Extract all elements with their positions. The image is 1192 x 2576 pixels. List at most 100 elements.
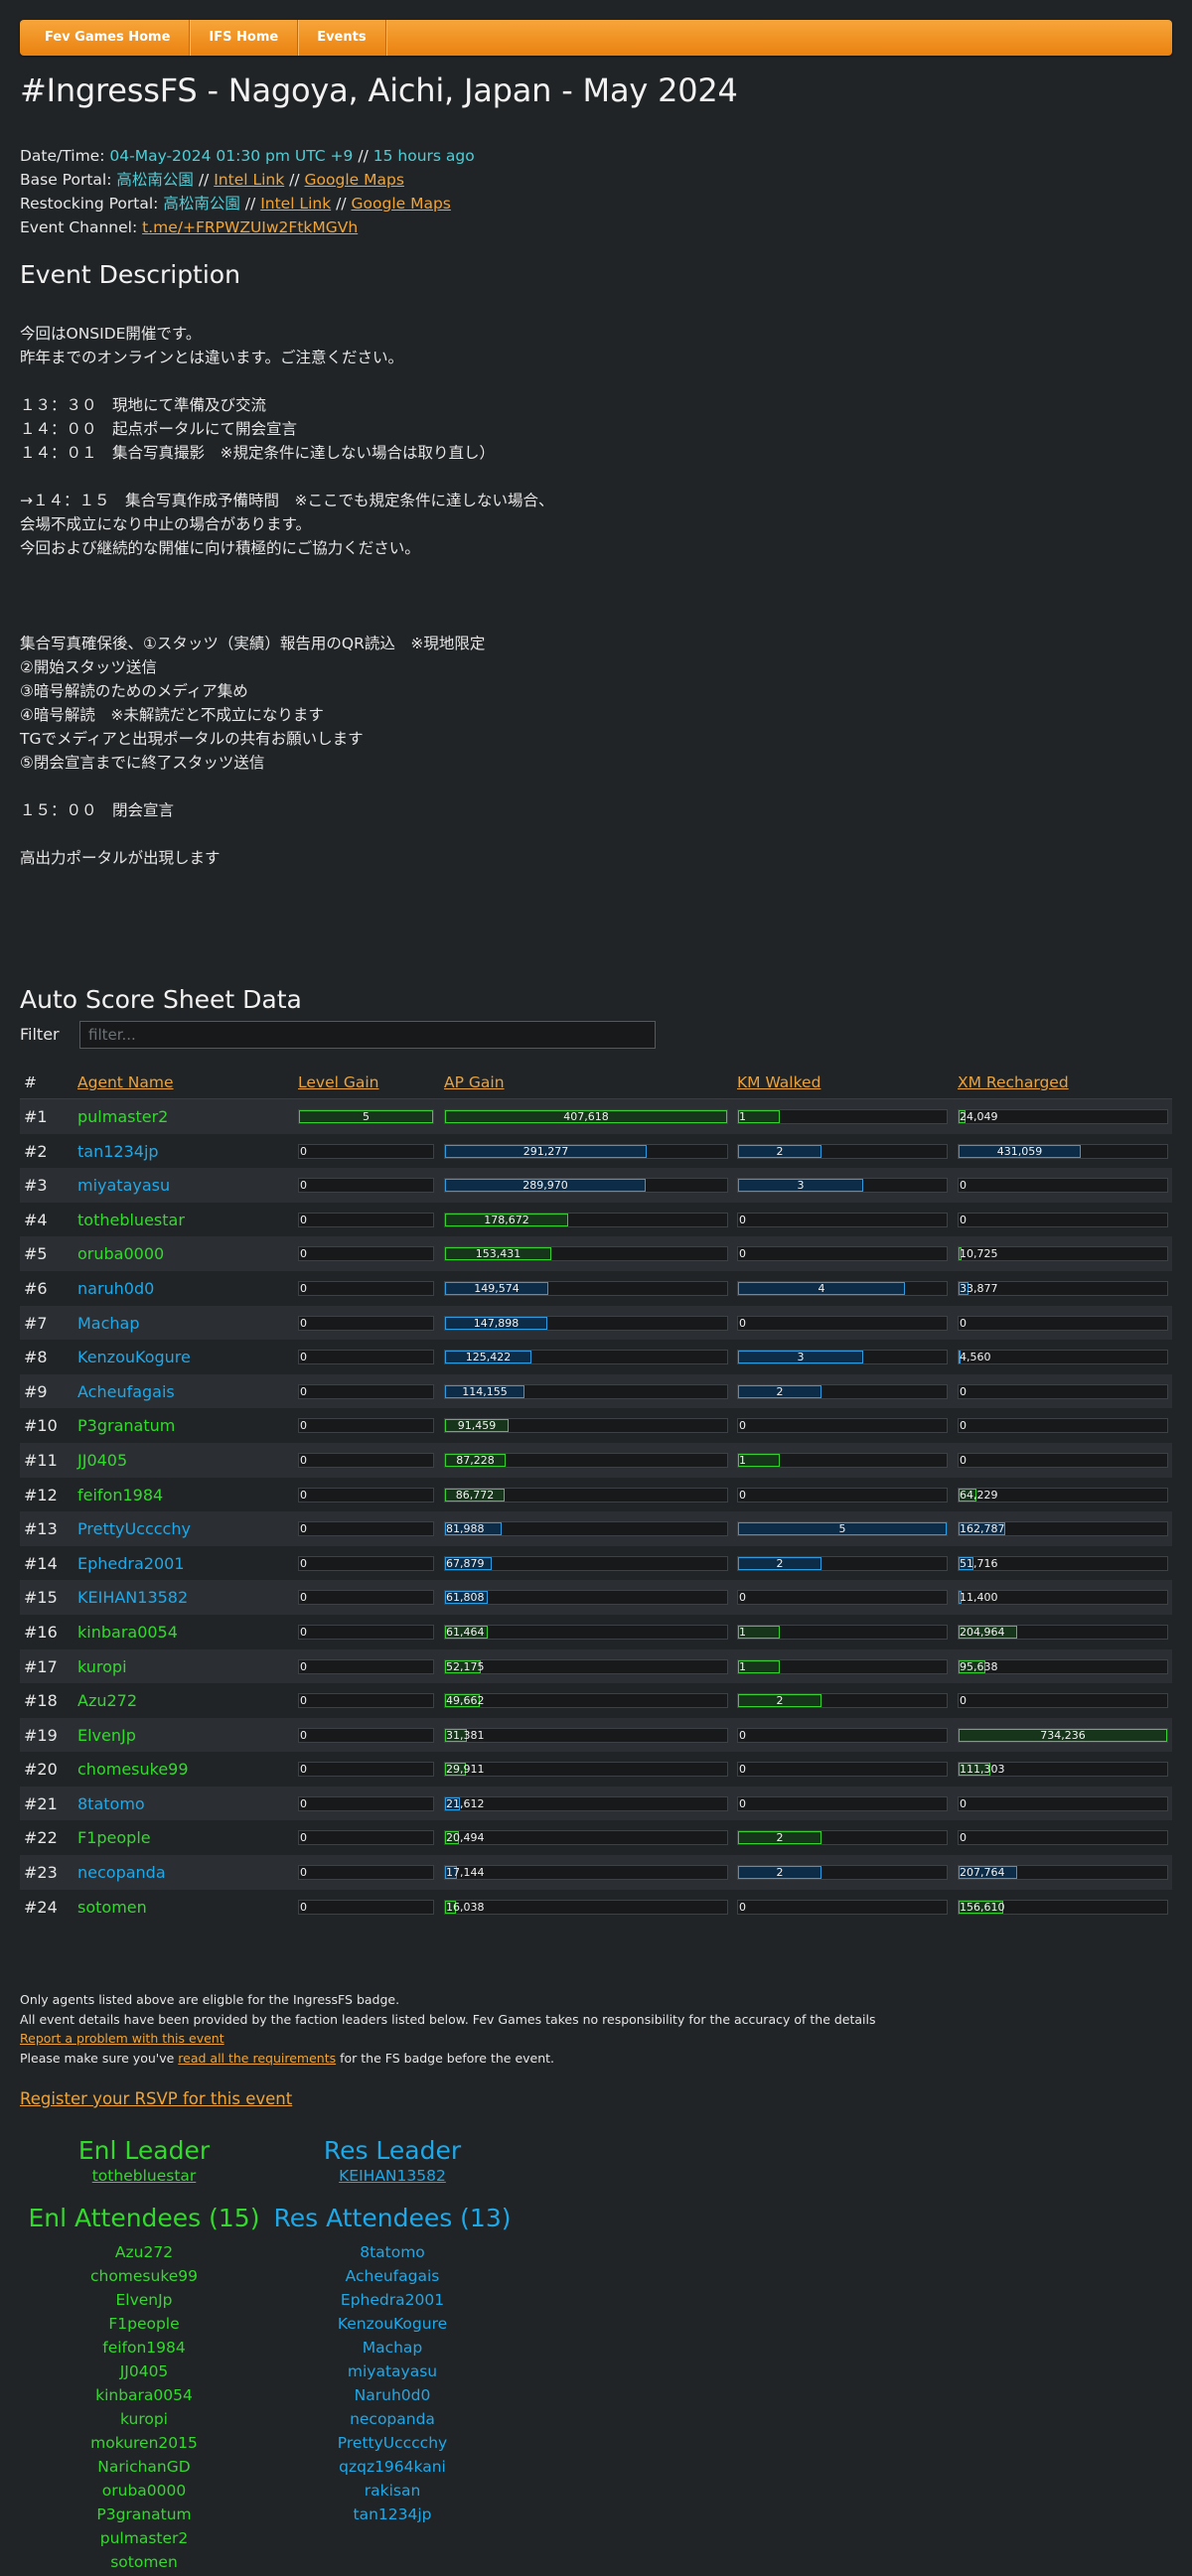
- base-google-maps-link[interactable]: Google Maps: [305, 171, 404, 189]
- table-row: #15 KEIHAN13582 0 61,808 0 11,400: [20, 1580, 1172, 1615]
- nav-fev-games-home[interactable]: Fev Games Home: [26, 20, 191, 56]
- restock-portal-label: Restocking Portal:: [20, 195, 159, 213]
- level-bar-track: 0: [298, 1315, 434, 1331]
- col-ap-gain[interactable]: AP Gain: [444, 1073, 505, 1091]
- row-rank: #9: [24, 1381, 48, 1401]
- agent-name[interactable]: tothebluestar: [77, 1211, 185, 1229]
- ap-value: 20,494: [446, 1831, 485, 1845]
- restock-intel-link[interactable]: Intel Link: [260, 195, 331, 213]
- table-row: #6 naruh0d0 0 149,574 4 33,877: [20, 1271, 1172, 1306]
- requirements-link[interactable]: read all the requirements: [178, 2051, 336, 2066]
- restock-google-maps-link[interactable]: Google Maps: [352, 195, 451, 213]
- nav-ifs-home[interactable]: IFS Home: [190, 20, 299, 56]
- enl-column: Enl Leader tothebluestar Enl Attendees (…: [20, 2135, 268, 2574]
- rsvp-link[interactable]: Register your RSVP for this event: [20, 2089, 292, 2108]
- agent-name[interactable]: PrettyUcccchy: [77, 1519, 191, 1538]
- report-problem-link[interactable]: Report a problem with this event: [20, 2029, 876, 2049]
- res-column: Res Leader KEIHAN13582 Res Attendees (13…: [268, 2135, 517, 2526]
- ap-bar-track: 125,422: [444, 1350, 728, 1365]
- col-agent-name[interactable]: Agent Name: [77, 1073, 174, 1091]
- ap-value: 114,155: [462, 1384, 508, 1398]
- enl-attendee: kuropi: [120, 2410, 168, 2428]
- base-intel-link[interactable]: Intel Link: [214, 171, 284, 189]
- table-header: # Agent Name Level Gain AP Gain KM Walke…: [20, 1069, 1172, 1099]
- xm-bar-track: 11,400: [958, 1590, 1168, 1606]
- agent-name[interactable]: miyatayasu: [77, 1176, 170, 1195]
- agent-name[interactable]: KEIHAN13582: [77, 1588, 188, 1607]
- agent-name[interactable]: JJ0405: [77, 1451, 127, 1470]
- agent-name[interactable]: necopanda: [77, 1863, 166, 1882]
- note-requirements-pre: Please make sure you've: [20, 2050, 175, 2066]
- km-value: 2: [776, 1556, 784, 1570]
- level-bar-track: 0: [298, 1899, 434, 1915]
- row-rank: #13: [24, 1519, 58, 1539]
- description-line: 高出力ポータルが出現します: [20, 849, 221, 867]
- row-rank: #21: [24, 1793, 58, 1813]
- xm-bar-track: 0: [958, 1212, 1168, 1227]
- res-attendee: KenzouKogure: [337, 2315, 448, 2333]
- col-km-walked[interactable]: KM Walked: [737, 1073, 820, 1091]
- res-leader-link[interactable]: KEIHAN13582: [268, 2167, 517, 2185]
- res-attendee: tan1234jp: [353, 2505, 432, 2523]
- km-value: 0: [739, 1213, 746, 1226]
- agent-name[interactable]: kinbara0054: [77, 1623, 178, 1642]
- level-bar-track: 0: [298, 1246, 434, 1262]
- ap-value: 153,431: [475, 1247, 522, 1261]
- row-rank: #10: [24, 1416, 58, 1436]
- xm-value: 111,303: [960, 1763, 1005, 1777]
- enl-attendee: JJ0405: [119, 2362, 169, 2380]
- ap-value: 289,970: [522, 1179, 568, 1193]
- agent-name[interactable]: ElvenJp: [77, 1726, 136, 1745]
- agent-name[interactable]: oruba0000: [77, 1244, 164, 1263]
- res-attendee: Acheufagais: [345, 2267, 440, 2285]
- km-value: 1: [739, 1625, 746, 1639]
- level-value: 0: [300, 1488, 307, 1502]
- level-value: 0: [300, 1694, 307, 1708]
- enl-leader-link[interactable]: tothebluestar: [20, 2167, 268, 2185]
- res-attendee: Naruh0d0: [354, 2386, 431, 2404]
- km-bar-track: 1: [737, 1624, 948, 1640]
- res-attendee: PrettyUcccchy: [337, 2434, 448, 2452]
- agent-name[interactable]: Acheufagais: [77, 1382, 175, 1401]
- nav-events[interactable]: Events: [298, 20, 386, 56]
- note-requirements: Please make sure you've read all the req…: [20, 2049, 876, 2069]
- xm-value: 0: [960, 1419, 967, 1433]
- channel-label: Event Channel:: [20, 218, 138, 236]
- table-row: #11 JJ0405 0 87,228 1 0: [20, 1442, 1172, 1478]
- description-heading: Event Description: [20, 260, 240, 289]
- ap-bar-track: 86,772: [444, 1487, 728, 1503]
- km-bar-track: 0: [737, 1899, 948, 1915]
- event-info: Date/Time: 04-May-2024 01:30 pm UTC +9 /…: [20, 144, 475, 239]
- agent-name[interactable]: F1people: [77, 1828, 151, 1847]
- description-line: １３：３０ 現地にて準備及び交流: [20, 396, 267, 414]
- agent-name[interactable]: Ephedra2001: [77, 1554, 185, 1573]
- agent-name[interactable]: feifon1984: [77, 1486, 163, 1504]
- res-leader-heading: Res Leader: [323, 2136, 462, 2165]
- col-level-gain[interactable]: Level Gain: [298, 1073, 378, 1091]
- agent-name[interactable]: 8tatomo: [77, 1794, 145, 1813]
- description-line: ④暗号解読 ※未解読だと不成立になります: [20, 706, 324, 724]
- agent-name[interactable]: sotomen: [77, 1898, 147, 1917]
- km-bar-track: 0: [737, 1246, 948, 1262]
- agent-name[interactable]: pulmaster2: [77, 1107, 168, 1126]
- col-xm-recharged[interactable]: XM Recharged: [958, 1073, 1069, 1091]
- agent-name[interactable]: Machap: [77, 1314, 140, 1333]
- agent-name[interactable]: KenzouKogure: [77, 1348, 191, 1366]
- row-rank: #12: [24, 1485, 58, 1504]
- event-channel-link[interactable]: t.me/+FRPWZUIw2FtkMGVh: [142, 218, 358, 236]
- agent-name[interactable]: naruh0d0: [77, 1279, 154, 1298]
- km-value: 1: [739, 1453, 746, 1467]
- table-row: #19 ElvenJp 0 31,381 0 734,236: [20, 1717, 1172, 1753]
- filter-input[interactable]: [79, 1021, 656, 1049]
- agent-name[interactable]: P3granatum: [77, 1416, 175, 1435]
- level-bar-track: 0: [298, 1280, 434, 1296]
- km-bar-track: 2: [737, 1555, 948, 1571]
- agent-name[interactable]: chomesuke99: [77, 1760, 189, 1779]
- agent-name[interactable]: Azu272: [77, 1691, 137, 1710]
- xm-bar-track: 51,716: [958, 1555, 1168, 1571]
- agent-name[interactable]: kuropi: [77, 1657, 127, 1676]
- ap-bar-track: 31,381: [444, 1727, 728, 1743]
- agent-name[interactable]: tan1234jp: [77, 1142, 159, 1161]
- xm-value: 0: [960, 1796, 967, 1810]
- restock-portal-name: 高松南公園: [163, 195, 240, 213]
